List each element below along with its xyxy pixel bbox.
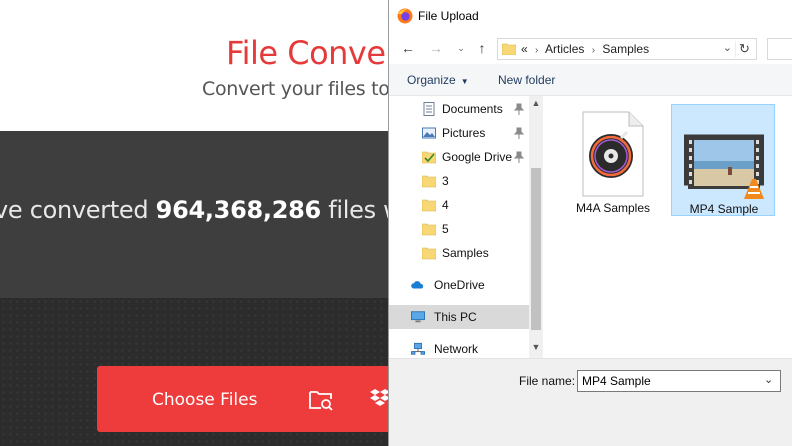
nav-item-documents[interactable]: Documents — [389, 97, 529, 121]
documents-icon — [423, 102, 435, 116]
nav-item-this-pc[interactable]: This PC — [389, 305, 529, 329]
nav-item-onedrive[interactable]: OneDrive — [389, 273, 529, 297]
site-title: File Convert — [226, 34, 411, 72]
file-item-mp4-sample[interactable]: MP4 Sample — [671, 104, 775, 216]
pin-icon — [514, 151, 524, 163]
folder-icon — [422, 247, 436, 260]
nav-item-label: 4 — [442, 198, 449, 212]
recent-locations-chevron-icon[interactable]: ⌄ — [455, 38, 467, 58]
file-name-label: File name: — [519, 374, 576, 388]
choose-files-button[interactable]: Choose Files — [97, 366, 397, 432]
organize-label: Organize — [407, 73, 456, 87]
refresh-icon[interactable]: ↻ — [735, 41, 753, 57]
stats-prefix: ve converted — [0, 196, 156, 224]
up-arrow-icon[interactable]: ↑ — [473, 38, 491, 58]
dropbox-icon[interactable] — [370, 388, 390, 410]
google-drive-folder-icon — [422, 151, 436, 164]
conversion-stats: ve converted 964,368,286 files wi — [0, 196, 409, 224]
scroll-up-arrow-icon[interactable]: ▲ — [529, 98, 543, 110]
command-toolbar: Organize ▼ New folder — [389, 64, 792, 96]
scroll-down-arrow-icon[interactable]: ▼ — [529, 342, 543, 354]
firefox-icon — [397, 8, 413, 24]
video-file-icon — [684, 134, 764, 199]
nav-item-label: 3 — [442, 174, 449, 188]
search-input[interactable] — [767, 38, 792, 60]
breadcrumb: « › Articles › Samples — [521, 42, 649, 56]
breadcrumb-samples[interactable]: Samples — [602, 42, 649, 56]
pin-icon — [514, 103, 524, 115]
forward-arrow-icon[interactable]: → — [427, 38, 445, 58]
scroll-thumb[interactable] — [531, 168, 541, 330]
nav-item-label: This PC — [434, 310, 477, 324]
breadcrumb-separator-icon: › — [591, 45, 596, 56]
nav-item-label: Documents — [442, 102, 503, 116]
nav-item-folder-4[interactable]: 4 — [389, 193, 529, 217]
new-folder-button[interactable]: New folder — [498, 73, 555, 87]
chevron-down-icon[interactable]: ⌄ — [764, 373, 773, 386]
nav-item-label: OneDrive — [434, 278, 485, 292]
file-list: M4A Samples MP4 Sample — [543, 96, 792, 358]
nav-item-folder-5[interactable]: 5 — [389, 217, 529, 241]
navigation-scrollbar[interactable]: ▲ ▼ — [529, 96, 543, 358]
nav-item-label: 5 — [442, 222, 449, 236]
nav-item-label: Pictures — [442, 126, 486, 140]
audio-file-icon — [582, 111, 644, 197]
folder-icon — [422, 223, 436, 236]
navigation-pane: Documents Pictures Google Drive 3 4 5 Sa… — [389, 96, 543, 358]
nav-item-google-drive[interactable]: Google Drive — [389, 145, 529, 169]
organize-button[interactable]: Organize ▼ — [407, 73, 469, 87]
this-pc-icon — [411, 311, 425, 323]
nav-item-network[interactable]: Network — [389, 337, 529, 358]
folder-icon — [422, 175, 436, 188]
nav-item-label: Network — [434, 342, 479, 356]
folder-icon — [502, 43, 516, 55]
onedrive-icon — [411, 281, 424, 289]
back-arrow-icon[interactable]: ← — [399, 38, 417, 58]
address-bar[interactable]: « › Articles › Samples ⌄ ↻ — [497, 38, 757, 60]
pictures-icon — [422, 127, 436, 139]
file-upload-dialog: File Upload ← → ⌄ ↑ « › Articles › Sampl… — [388, 0, 792, 446]
stats-count: 964,368,286 — [155, 196, 322, 224]
navigation-bar: ← → ⌄ ↑ « › Articles › Samples ⌄ ↻ — [389, 32, 792, 64]
nav-item-label: Samples — [442, 246, 489, 260]
pin-icon — [514, 127, 524, 139]
breadcrumb-overflow[interactable]: « — [521, 42, 528, 56]
folder-search-icon[interactable] — [308, 388, 334, 412]
choose-files-label: Choose Files — [152, 390, 258, 410]
nav-item-samples[interactable]: Samples — [389, 241, 529, 265]
nav-item-folder-3[interactable]: 3 — [389, 169, 529, 193]
dialog-titlebar[interactable]: File Upload — [389, 0, 792, 32]
breadcrumb-articles[interactable]: Articles — [545, 42, 584, 56]
nav-item-pictures[interactable]: Pictures — [389, 121, 529, 145]
network-icon — [411, 342, 425, 355]
file-name-input[interactable] — [577, 370, 781, 392]
folder-icon — [422, 199, 436, 212]
chevron-down-icon[interactable]: ⌄ — [723, 41, 732, 54]
breadcrumb-separator-icon: › — [535, 45, 539, 56]
nav-item-label: Google Drive — [442, 150, 513, 164]
file-item-m4a-samples[interactable]: M4A Samples — [561, 104, 665, 216]
dialog-title: File Upload — [418, 9, 479, 23]
caret-down-icon: ▼ — [460, 77, 469, 86]
dialog-footer: File name: ⌄ — [389, 358, 792, 446]
file-name: MP4 Sample — [689, 202, 759, 216]
file-name: M4A Samples — [575, 201, 651, 215]
